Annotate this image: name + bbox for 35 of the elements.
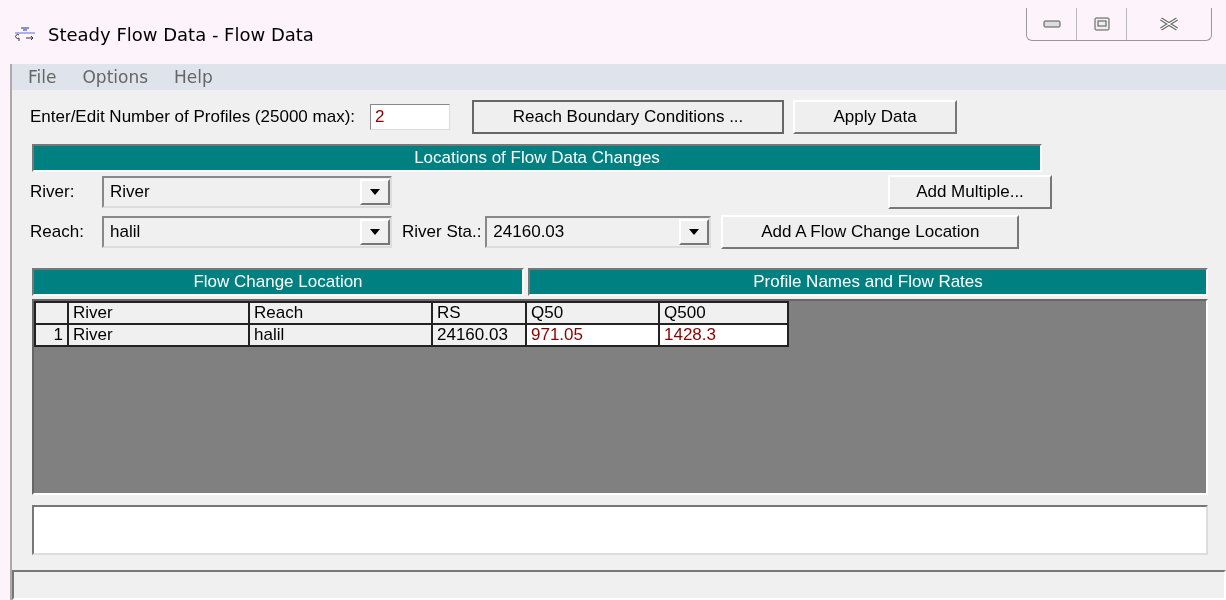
profiles-label: Enter/Edit Number of Profiles (25000 max): xyxy=(30,107,356,127)
group-header: Profile Names and Flow Rates xyxy=(528,268,1208,296)
add-location-button[interactable]: Add A Flow Change Location xyxy=(721,215,1020,249)
river-station-label: River Sta.: xyxy=(402,222,482,242)
reach-dropdown[interactable]: halil xyxy=(102,216,392,248)
column-header: Q500 xyxy=(659,302,788,324)
corner-cell xyxy=(35,302,68,324)
menu-item[interactable]: File xyxy=(28,67,57,87)
profiles-input[interactable]: 2 xyxy=(370,104,451,130)
menu-item[interactable]: Help xyxy=(174,67,213,87)
row-number: 1 xyxy=(35,324,68,346)
app-icon xyxy=(14,27,36,41)
column-header: RS xyxy=(432,302,526,324)
minimize-icon xyxy=(1042,20,1061,28)
apply-data-button[interactable]: Apply Data xyxy=(793,100,958,134)
maximize-icon xyxy=(1093,17,1110,31)
table-cell: River xyxy=(68,324,249,346)
dropdown-arrow-icon xyxy=(370,189,380,195)
column-header: Reach xyxy=(249,302,432,324)
menu-item[interactable]: Options xyxy=(82,67,149,87)
column-header: Q50 xyxy=(526,302,659,324)
dropdown-arrow-icon xyxy=(689,229,700,235)
close-icon xyxy=(1158,17,1180,31)
reach-label: Reach: xyxy=(30,222,85,242)
table-cell: halil xyxy=(249,324,432,346)
column-header: River xyxy=(68,302,249,324)
river-dropdown[interactable]: River xyxy=(102,176,392,208)
river-label: River: xyxy=(30,182,76,202)
river-station-dropdown[interactable]: 24160.03 xyxy=(485,216,712,248)
window-title: Steady Flow Data - Flow Data xyxy=(48,23,314,45)
add-multiple-button[interactable]: Add Multiple... xyxy=(888,175,1052,209)
boundary-conditions-button[interactable]: Reach Boundary Conditions ... xyxy=(472,100,785,134)
section-header: Locations of Flow Data Changes xyxy=(32,144,1042,172)
group-header: Flow Change Location xyxy=(32,268,524,296)
dropdown-arrow-icon xyxy=(370,229,380,235)
